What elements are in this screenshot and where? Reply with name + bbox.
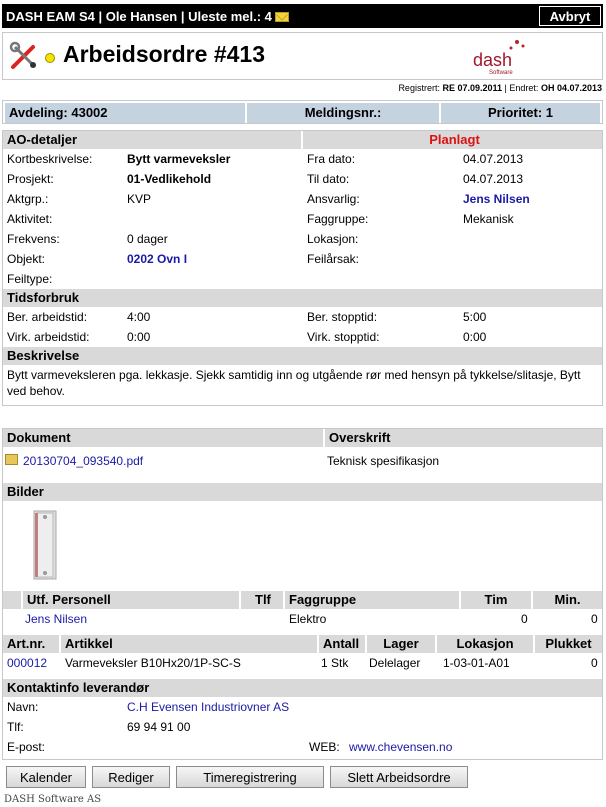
tidsforbruk-header: Tidsforbruk [3,289,602,307]
personell-name-link[interactable]: Jens Nilsen [25,609,87,629]
ao-left-value[interactable]: 0202 Ovn I [127,249,187,269]
ao-left-label: Frekvens: [7,232,60,246]
cancel-button[interactable]: Avbryt [539,6,601,26]
ao-right-label: Feilårsak: [307,252,360,266]
plukket-col: Plukket [535,635,602,653]
ao-right-label: Ansvarlig: [307,192,360,206]
ber-stopptid-value: 5:00 [463,310,487,324]
ao-left-label: Kortbeskrivelse: [7,152,93,166]
status-dot-icon [45,53,55,63]
ao-right-value: 04.07.2013 [463,172,524,186]
ao-right-label: Lokasjon: [307,232,359,246]
lager-col: Lager [367,635,437,653]
lokasjon-col: Lokasjon [437,635,535,653]
ao-left-label: Aktivitet: [7,212,53,226]
artikkel-lager: Delelager [369,656,421,670]
ao-left-value: Bytt varmeveksler [127,152,231,166]
min-col: Min. [533,591,602,609]
artnr-link[interactable]: 000012 [7,653,47,673]
ao-details-section: AO-detaljer Planlagt Kortbeskrivelse: Byt… [2,130,603,406]
utf-personell-col: Utf. Personell [23,591,241,609]
envelope-icon[interactable] [274,12,289,23]
dokument-row: 20130704_093540.pdf Teknisk spesifikasjo… [3,451,602,471]
dash-logo: dash Software [473,40,525,76]
document-overskrift: Teknisk spesifikasjon [327,454,440,468]
ber-row: Ber. arbeidstid: 4:00 Ber. stopptid: 5:0… [3,307,602,327]
personell-header-row: Utf. Personell Tlf Faggruppe Tim Min. [3,591,602,609]
tlf-col: Tlf [241,591,285,609]
ao-left-value: KVP [127,192,152,206]
ao-left-label: Feiltype: [7,272,53,286]
faggruppe-col: Faggruppe [285,591,461,609]
rediger-button[interactable]: Rediger [92,766,170,788]
beskrivelse-text: Bytt varmeveksleren pga. lekkasje. Sjekk… [7,368,581,398]
virk-arbeidstid-value: 0:00 [127,330,151,344]
overskrift-col-header: Overskrift [325,429,602,447]
ao-left-value: 01-Vedlikehold [127,172,212,186]
ber-arbeidstid-value: 4:00 [127,310,151,324]
ao-right-value[interactable]: Jens Nilsen [463,189,530,209]
antall-col: Antall [319,635,367,653]
ao-details-grid: Kortbeskrivelse: Bytt varmeveksler Prosjek… [3,149,602,289]
artikkel-lokasjon: 1-03-01-A01 [443,656,510,670]
ao-right-label: Til dato: [307,172,350,186]
personell-min: 0 [591,612,598,626]
artikkel-name: Varmeveksler B10Hx20/1P-SC-S [65,656,241,670]
ao-right-label: Faggruppe: [307,212,369,226]
ao-right-label: Fra dato: [307,152,356,166]
artikler-header-row: Art.nr. Artikkel Antall Lager Lokasjon P… [3,635,602,653]
kontakt-tlf-row: Tlf: 69 94 91 00 [3,717,602,737]
ao-left-label: Prosjekt: [7,172,54,186]
folder-icon [5,454,18,465]
leverandor-tlf: 69 94 91 00 [127,720,191,734]
leverandor-name-link[interactable]: C.H Evensen Industriovner AS [127,697,289,717]
status-label: Planlagt [303,131,602,149]
artikkel-plukket: 0 [591,656,598,670]
prioritet-field: Prioritet: 1 [441,103,600,123]
ao-left-label: Objekt: [7,252,46,266]
kalender-button[interactable]: Kalender [6,766,86,788]
top-bar: DASH EAM S4 | Ole Hansen | Uleste mel.: … [2,4,603,28]
footer-text: DASH Software AS [4,794,102,805]
ao-right-value: 04.07.2013 [463,152,524,166]
virk-stopptid-value: 0:00 [463,330,487,344]
personell-row: Jens Nilsen Elektro 0 0 [3,609,602,629]
summary-bar: Avdeling: 43002 Meldingsnr.: Prioritet: … [2,100,603,124]
virk-row: Virk. arbeidstid: 0:00 Virk. stopptid: 0… [3,327,602,347]
ao-left-label: Aktgrp.: [7,192,49,206]
ao-details-header: AO-detaljer [3,131,301,149]
heat-exchanger-image[interactable] [31,509,61,581]
tim-col: Tim [461,591,533,609]
document-link[interactable]: 20130704_093540.pdf [23,451,143,471]
attachments-section: Dokument Overskrift 20130704_093540.pdf … [2,428,603,760]
artikler-row: 000012 Varmeveksler B10Hx20/1P-SC-S 1 St… [3,653,602,673]
registration-info: Registrert: RE 07.09.2011 | Endret: OH 0… [398,83,602,93]
svg-text:Software: Software [489,70,513,76]
personell-faggruppe: Elektro [289,612,327,626]
ao-left-value: 0 dager [127,232,168,246]
artikkel-col: Artikkel [61,635,319,653]
slett-arbeidsordre-button[interactable]: Slett Arbeidsordre [330,766,468,788]
artikkel-antall: 1 Stk [321,656,349,670]
personell-tim: 0 [521,612,528,626]
avdeling-field: Avdeling: 43002 [5,103,245,123]
app-title-bar: DASH EAM S4 | Ole Hansen | Uleste mel.: … [2,9,539,24]
kontakt-header: Kontaktinfo leverandør [3,679,602,697]
app-title: DASH EAM S4 | Ole Hansen | Uleste mel.: … [6,8,272,24]
svg-text:dash: dash [473,50,512,70]
leverandor-web-link[interactable]: www.chevensen.no [349,737,452,757]
meldingsnr-field: Meldingsnr.: [247,103,439,123]
timeregistrering-button[interactable]: Timeregistrering [176,766,324,788]
kontakt-epost-row: E-post: WEB: www.chevensen.no [3,737,602,757]
beskrivelse-header: Beskrivelse [3,347,602,365]
title-row: Arbeidsordre #413 dash Software [2,32,603,80]
kontakt-navn-row: Navn: C.H Evensen Industriovner AS [3,697,602,717]
dokument-col-header: Dokument [3,429,325,447]
page-title: Arbeidsordre #413 [63,41,265,67]
tools-icon [9,41,37,69]
artnr-col: Art.nr. [3,635,61,653]
ao-right-value: Mekanisk [463,212,514,226]
bilder-header: Bilder [3,483,602,501]
